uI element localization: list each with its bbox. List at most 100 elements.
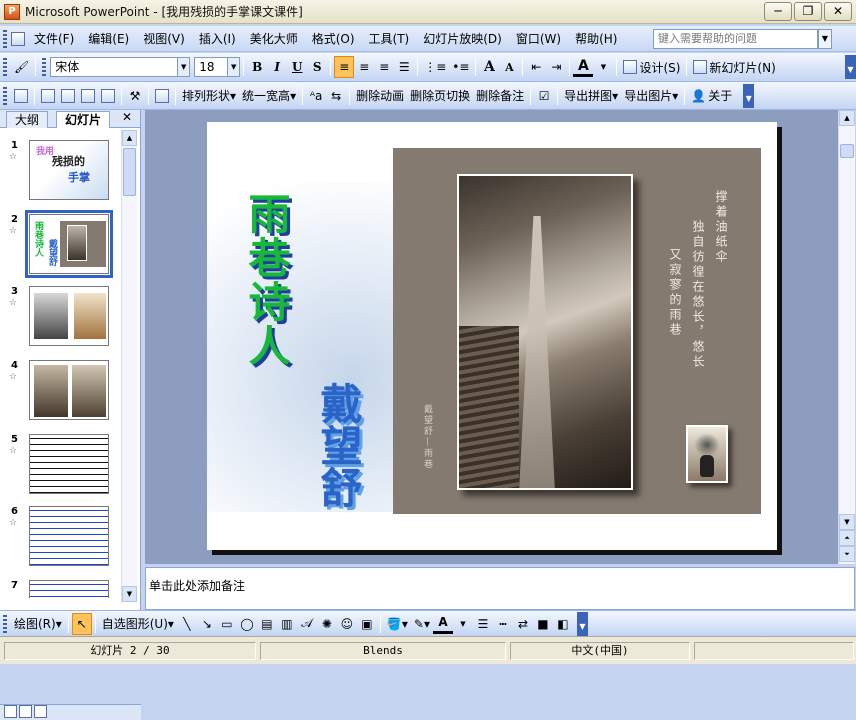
autoshapes-button[interactable]: 自选图形(U) ▾	[99, 613, 177, 635]
scroll-thumb[interactable]	[840, 144, 854, 158]
chevron-down-icon[interactable]: ▼	[227, 58, 240, 76]
align-center-icon[interactable]: ≡	[354, 56, 374, 78]
chevron-down-icon[interactable]: ▼	[593, 56, 613, 78]
align-right-icon[interactable]: ≡	[374, 56, 394, 78]
menu-format[interactable]: 格式(O)	[305, 28, 362, 50]
export-images-button[interactable]: 导出图片 ▾	[621, 85, 681, 107]
layout-icon[interactable]	[98, 85, 118, 107]
clipart-icon[interactable]: ☺	[337, 613, 357, 635]
about-button[interactable]: 👤 关于	[688, 85, 735, 107]
chevron-down-icon[interactable]: ▼	[177, 58, 190, 76]
rectangle-icon[interactable]: ▭	[217, 613, 237, 635]
tab-outline[interactable]: 大纲	[6, 111, 49, 128]
menu-beautify[interactable]: 美化大师	[243, 28, 305, 50]
next-slide-icon[interactable]: ⏷	[839, 546, 855, 562]
toolbar-grip[interactable]	[3, 614, 7, 633]
draw-menu-button[interactable]: 绘图(R) ▾	[11, 613, 65, 635]
chevron-down-icon[interactable]: ▼	[453, 613, 473, 635]
delete-animation-button[interactable]: 删除动画	[353, 85, 407, 107]
shadow-button[interactable]: S	[307, 56, 327, 78]
distribute-icon[interactable]: ☰	[394, 56, 414, 78]
scroll-up-icon[interactable]: ▲	[839, 110, 855, 126]
minimize-button[interactable]: ─	[764, 2, 792, 21]
menu-help[interactable]: 帮助(H)	[568, 28, 624, 50]
uniform-size-button[interactable]: 统一宽高 ▾	[239, 85, 299, 107]
oval-icon[interactable]: ◯	[237, 613, 257, 635]
arrow-icon[interactable]: ↘	[197, 613, 217, 635]
slide-thumbnail-1[interactable]: 1 ☆ 我用 残损的 手掌	[8, 140, 116, 202]
slide-thumbnail-2[interactable]: 2 ☆ 雨巷诗人 戴望舒	[8, 210, 116, 278]
restore-button[interactable]: ❐	[794, 2, 822, 21]
slide-thumbnail-3[interactable]: 3 ☆	[8, 286, 116, 348]
slide-sorter-icon[interactable]	[19, 705, 32, 718]
previous-slide-icon[interactable]: ⏶	[839, 530, 855, 546]
drawing-font-color-button[interactable]: A	[432, 614, 453, 634]
export-collage-button[interactable]: 导出拼图 ▾	[561, 85, 621, 107]
current-slide[interactable]: 雨巷诗人 戴望舒 撑着油纸伞 独自彷徨在悠长，悠长 又寂寥的雨巷 戴望舒—雨巷	[207, 122, 777, 550]
magic-wand-icon[interactable]: ⚒	[125, 85, 145, 107]
menu-edit[interactable]: 编辑(E)	[81, 28, 136, 50]
select-pointer-icon[interactable]: ↖	[71, 612, 92, 635]
font-name-select[interactable]: 宋体 ▼	[50, 57, 191, 77]
menu-window[interactable]: 窗口(W)	[509, 28, 568, 50]
scroll-thumb[interactable]	[123, 148, 136, 196]
toolbar-grip[interactable]	[3, 29, 7, 48]
toolbar-grip[interactable]	[3, 86, 7, 105]
normal-view-icon[interactable]	[4, 705, 17, 718]
arrange-shapes-button[interactable]: 排列形状 ▾	[179, 85, 239, 107]
design-button[interactable]: 设计(S)	[620, 56, 683, 78]
slideshow-icon[interactable]	[34, 705, 47, 718]
notes-pane[interactable]: 单击此处添加备注	[145, 567, 855, 610]
fill-color-icon[interactable]: 🪣▾	[384, 613, 411, 635]
delete-notes-button[interactable]: 删除备注	[473, 85, 527, 107]
menu-file[interactable]: 文件(F)	[27, 28, 81, 50]
diagram-icon[interactable]: ✺	[317, 613, 337, 635]
italic-button[interactable]: I	[267, 56, 287, 78]
grow-font-button[interactable]: A	[479, 56, 499, 78]
slide-thumbnail-4[interactable]: 4 ☆	[8, 360, 116, 422]
menu-insert[interactable]: 插入(I)	[192, 28, 243, 50]
font-color-button[interactable]: A	[573, 57, 594, 77]
slide-thumbnail-6[interactable]: 6 ☆	[8, 506, 116, 568]
bullets-icon[interactable]: •≡	[449, 56, 472, 78]
line-style-icon[interactable]: ☰	[473, 613, 493, 635]
line-color-icon[interactable]: ✎▾	[411, 613, 433, 635]
wordart-icon[interactable]: 𝒜	[297, 613, 317, 635]
insert-photo-icon[interactable]	[78, 85, 98, 107]
scroll-down-icon[interactable]: ▼	[122, 586, 137, 602]
new-doc-icon[interactable]	[11, 85, 31, 107]
align-left-icon[interactable]: ≡	[334, 56, 355, 78]
menu-slideshow[interactable]: 幻灯片放映(D)	[416, 28, 509, 50]
slide-thumbnail-7[interactable]: 7	[8, 580, 116, 598]
increase-indent-icon[interactable]: ⇥	[546, 56, 566, 78]
picture-icon[interactable]: ▣	[357, 613, 377, 635]
text-format-icon[interactable]: ᴬa	[306, 85, 326, 107]
toolbar-options-icon[interactable]: ▼	[576, 611, 588, 636]
close-button[interactable]: ✕	[824, 2, 852, 21]
textbox-icon[interactable]: ▤	[257, 613, 277, 635]
help-dropdown-icon[interactable]: ▼	[818, 29, 832, 49]
shrink-font-button[interactable]: A	[499, 56, 519, 78]
toolbar-options-icon[interactable]: ▼	[845, 55, 856, 79]
toolbar-options-icon[interactable]: ▼	[743, 83, 755, 108]
replace-icon[interactable]: ⇆	[326, 85, 346, 107]
numbering-icon[interactable]: ⋮≡	[421, 56, 449, 78]
help-search-input[interactable]: 键入需要帮助的问题	[653, 29, 818, 49]
insert-picture-icon[interactable]	[38, 85, 58, 107]
format-painter-icon[interactable]: 🖌	[11, 56, 32, 78]
vertical-textbox-icon[interactable]: ▥	[277, 613, 297, 635]
menu-tools[interactable]: 工具(T)	[362, 28, 417, 50]
bold-button[interactable]: B	[247, 56, 267, 78]
delete-transition-button[interactable]: 删除页切换	[407, 85, 473, 107]
close-pane-icon[interactable]: ✕	[122, 110, 132, 124]
menu-view[interactable]: 视图(V)	[136, 28, 192, 50]
shadow-icon[interactable]: ■	[533, 613, 553, 635]
page-icon[interactable]	[152, 85, 172, 107]
new-slide-button[interactable]: 新幻灯片(N)	[690, 56, 778, 78]
decrease-indent-icon[interactable]: ⇤	[526, 56, 546, 78]
slide-scrollbar[interactable]: ▲ ▼ ⏶ ⏷	[838, 110, 855, 564]
tab-slides[interactable]: 幻灯片	[56, 111, 111, 128]
line-icon[interactable]: ╲	[177, 613, 197, 635]
thumbnails-scrollbar[interactable]: ▲ ▼	[121, 130, 137, 602]
dash-style-icon[interactable]: ┅	[493, 613, 513, 635]
